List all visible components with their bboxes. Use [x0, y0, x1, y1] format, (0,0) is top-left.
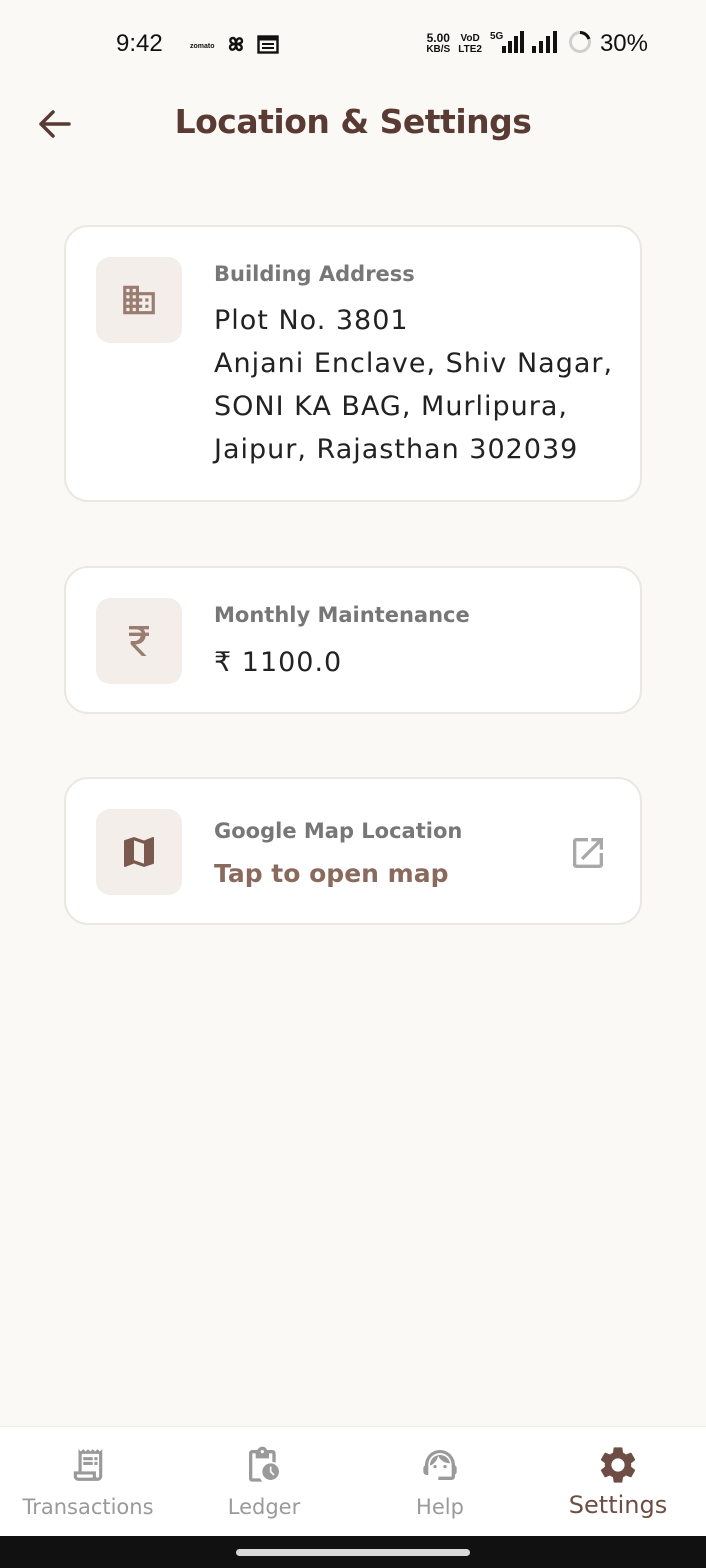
- open-external-icon: [573, 838, 603, 868]
- home-gesture-handle[interactable]: [236, 1549, 470, 1556]
- volte-top: VoD: [460, 33, 480, 44]
- support-agent-icon: [419, 1443, 461, 1487]
- open-external-button[interactable]: [566, 831, 610, 875]
- rupee-icon: [129, 626, 149, 656]
- nav-label-transactions: Transactions: [22, 1495, 154, 1519]
- building-address-card: Building Address Plot No. 3801 Anjani En…: [64, 225, 642, 502]
- arrow-left-icon: [39, 110, 71, 138]
- page-title: Location & Settings: [174, 102, 532, 141]
- building-address-value: Plot No. 3801 Anjani Enclave, Shiv Nagar…: [214, 299, 613, 471]
- receipt-icon: [69, 1443, 107, 1487]
- address-line: SONI KA BAG, Murlipura,: [214, 391, 569, 422]
- gear-icon: [596, 1443, 640, 1487]
- nav-label-help: Help: [416, 1495, 464, 1519]
- nav-label-ledger: Ledger: [227, 1495, 301, 1519]
- address-line: Anjani Enclave, Shiv Nagar,: [214, 348, 614, 379]
- system-gesture-area: [0, 1536, 706, 1568]
- battery-percent: 30%: [599, 30, 648, 57]
- address-line: Jaipur, Rajasthan 302039: [214, 434, 579, 465]
- pinwheel-notification-icon: [225, 33, 247, 59]
- building-address-label: Building Address: [214, 262, 415, 286]
- monthly-maintenance-value: ₹ 1100.0: [214, 647, 343, 678]
- back-button[interactable]: [30, 102, 80, 146]
- nav-item-help[interactable]: Help: [352, 1427, 528, 1537]
- volte-indicator: VoD LTE2: [458, 33, 482, 55]
- clipboard-clock-icon: [244, 1443, 284, 1487]
- network-speed: 5.00 KB/S: [426, 32, 450, 56]
- rupee-icon-box: [96, 598, 182, 684]
- nav-label-settings: Settings: [568, 1491, 668, 1519]
- volte-bottom: LTE2: [458, 44, 482, 55]
- building-icon: [123, 285, 155, 315]
- notification-icons: zomato: [190, 33, 279, 59]
- building-icon-box: [96, 257, 182, 343]
- signal-5g-icon: 5G: [490, 30, 524, 58]
- zomato-notification-icon: zomato: [190, 42, 215, 50]
- google-map-location-label: Google Map Location: [214, 819, 463, 843]
- open-map-link[interactable]: Tap to open map: [214, 859, 448, 888]
- signal-icon: [531, 31, 560, 57]
- map-icon-box: [96, 809, 182, 895]
- nav-item-ledger[interactable]: Ledger: [176, 1427, 352, 1537]
- address-line: Plot No. 3801: [214, 305, 409, 336]
- app-header: Location & Settings: [0, 90, 706, 160]
- network-5g-label: 5G: [490, 31, 504, 42]
- map-icon: [124, 837, 154, 867]
- nav-item-settings[interactable]: Settings: [530, 1427, 706, 1537]
- status-bar: 9:42 zomato 5.00 KB/S VoD LTE2 5G 30%: [0, 0, 706, 90]
- nav-item-transactions[interactable]: Transactions: [0, 1427, 176, 1537]
- status-time: 9:42: [116, 30, 163, 57]
- network-speed-unit: KB/S: [426, 44, 451, 55]
- monthly-maintenance-card: Monthly Maintenance ₹ 1100.0: [64, 566, 642, 714]
- google-map-location-card[interactable]: Google Map Location Tap to open map: [64, 777, 642, 925]
- bottom-navigation: Transactions Ledger Help Settings: [0, 1426, 706, 1536]
- monthly-maintenance-label: Monthly Maintenance: [214, 603, 470, 627]
- calendar-notification-icon: [256, 34, 279, 58]
- battery-icon: [568, 30, 592, 58]
- network-speed-value: 5.00: [426, 31, 450, 45]
- status-right-icons: 5.00 KB/S VoD LTE2 5G 30%: [426, 30, 648, 58]
